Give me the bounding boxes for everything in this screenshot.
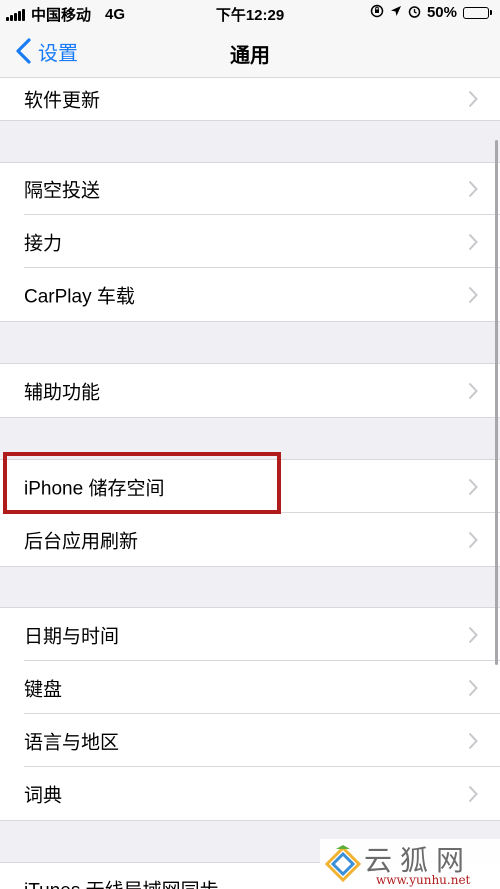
watermark-url: www.yunhu.net — [376, 873, 471, 887]
chevron-right-icon — [468, 478, 478, 495]
rotation-lock-icon — [370, 4, 384, 21]
watermark-logo-icon — [324, 845, 362, 883]
row-label: 隔空投送 — [24, 180, 101, 202]
row-label: 词典 — [24, 785, 63, 806]
chevron-right-icon — [468, 233, 478, 250]
battery-icon — [463, 6, 492, 19]
chevron-right-icon — [468, 679, 478, 696]
chevron-right-icon — [468, 180, 478, 198]
row-software-update[interactable]: 软件更新 — [0, 78, 500, 120]
group-divider — [0, 820, 500, 821]
row-accessibility[interactable]: 辅助功能 — [0, 364, 500, 417]
chevron-right-icon — [468, 531, 478, 548]
chevron-right-icon — [468, 90, 478, 108]
group-divider — [0, 417, 500, 418]
chevron-right-icon — [468, 286, 478, 303]
chevron-right-icon — [468, 382, 478, 399]
group-divider — [0, 120, 500, 121]
watermark: 云狐网 www.yunhu.net — [320, 839, 500, 889]
location-icon — [390, 5, 402, 20]
row-airdrop[interactable]: 隔空投送 — [0, 163, 500, 215]
row-language-region[interactable]: 语言与地区 — [0, 714, 500, 767]
group-divider — [0, 321, 500, 322]
chevron-right-icon — [468, 785, 478, 802]
screen: 中国移动 4G 下午12:29 50% 设置 通用 软件更新 隔空投送 接力 C… — [0, 0, 500, 889]
highlight-annotation — [3, 452, 281, 514]
status-bar: 中国移动 4G 下午12:29 50% — [0, 0, 500, 26]
alarm-icon — [408, 5, 421, 21]
chevron-right-icon — [468, 626, 478, 643]
row-label: CarPlay 车载 — [24, 286, 135, 307]
row-label: 软件更新 — [24, 90, 101, 112]
row-background-refresh[interactable]: 后台应用刷新 — [0, 513, 500, 566]
row-carplay[interactable]: CarPlay 车载 — [0, 268, 500, 321]
row-label: iTunes 无线局域网同步 — [24, 876, 219, 889]
row-dictionary[interactable]: 词典 — [0, 767, 500, 820]
row-label: 辅助功能 — [24, 382, 101, 403]
scroll-indicator[interactable] — [495, 140, 498, 665]
row-label: 接力 — [24, 233, 63, 254]
row-label: 日期与时间 — [24, 626, 120, 647]
row-label: 键盘 — [24, 679, 63, 700]
row-date-time[interactable]: 日期与时间 — [0, 608, 500, 661]
row-handoff[interactable]: 接力 — [0, 215, 500, 268]
group-divider — [0, 566, 500, 567]
page-title: 通用 — [230, 45, 270, 67]
battery-percent-label: 50% — [426, 4, 457, 21]
chevron-right-icon — [468, 732, 478, 749]
row-keyboard[interactable]: 键盘 — [0, 661, 500, 714]
row-label: 后台应用刷新 — [24, 531, 139, 552]
status-right: 50% — [370, 4, 492, 21]
navigation-bar: 设置 通用 — [0, 26, 500, 78]
row-label: 语言与地区 — [24, 732, 120, 753]
